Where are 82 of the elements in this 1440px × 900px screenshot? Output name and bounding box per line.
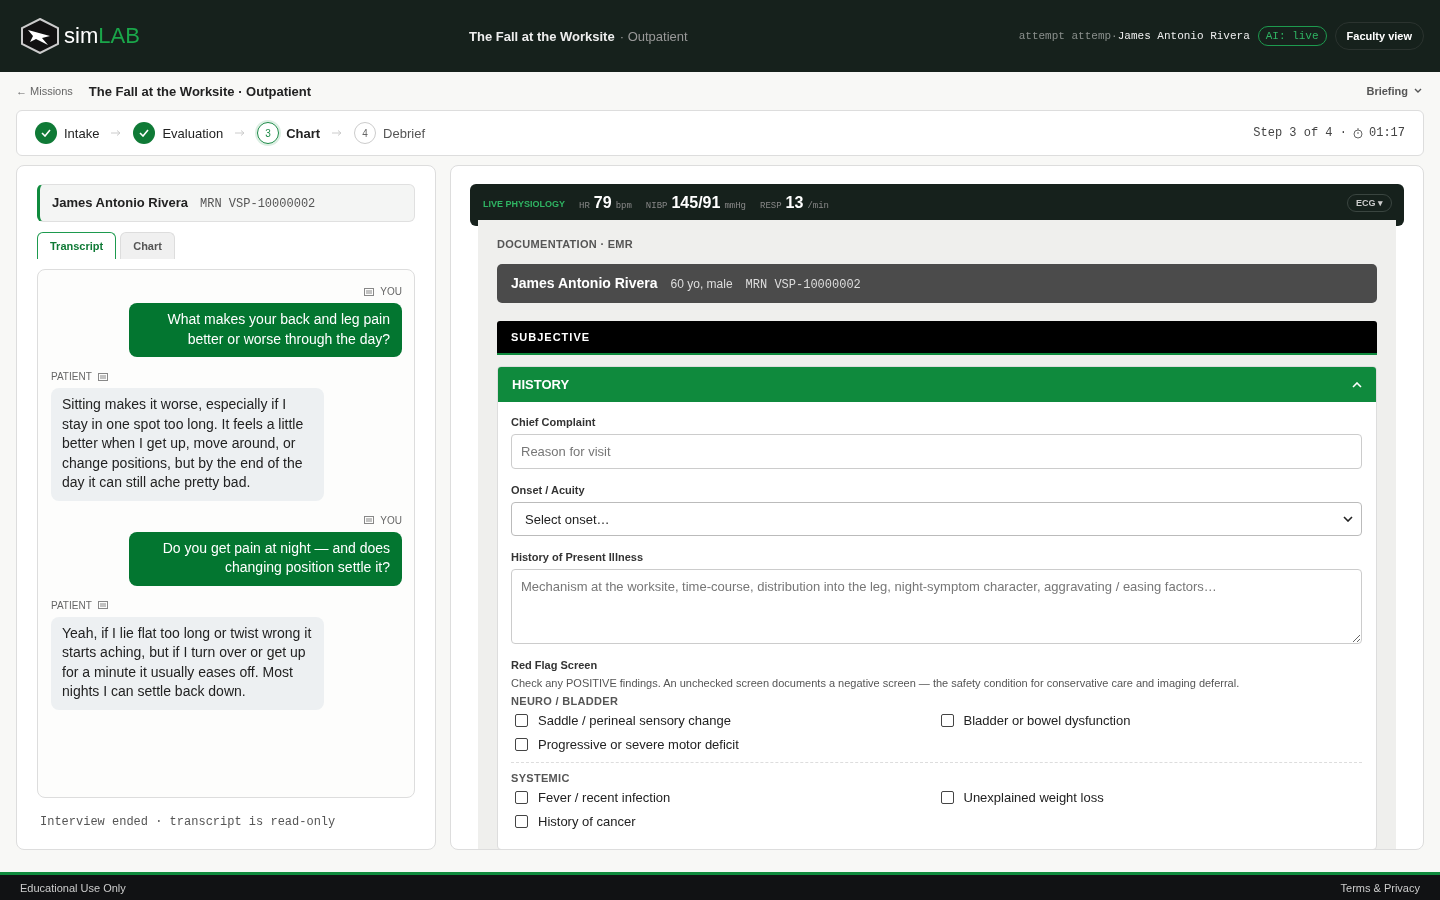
keyboard-icon: [364, 287, 375, 296]
ecg-button[interactable]: ECG ▾: [1347, 194, 1392, 212]
message-bubble: Do you get pain at night — and does changing position settle it?: [129, 531, 402, 586]
message-bubble: What makes your back and leg pain better or worse through the day?: [129, 303, 402, 357]
arrow-right-icon: [111, 130, 122, 136]
status-note: Interview ended · transcript is read-only: [39, 814, 337, 831]
chevron-down-icon: [1343, 516, 1353, 522]
timer-icon: [1353, 127, 1363, 139]
checkbox[interactable]: [940, 714, 954, 727]
vital-unit: mmHg: [724, 201, 746, 211]
vital-value: 13: [785, 194, 804, 212]
history-header[interactable]: HISTORY: [498, 367, 1376, 402]
chevron-down-icon: [1414, 88, 1422, 94]
patient-mrn: MRN VSP-10000002: [745, 278, 861, 292]
message-bubble: Yeah, if I lie flat too long or twist wrong it starts aching, but if I turn over or get up for a minute it usually eases off. Most nights I can settle back down.: [51, 616, 324, 710]
footer-note: Educational Use Only: [20, 881, 126, 894]
step-label[interactable]: Evaluation: [162, 125, 224, 141]
arrow-right-icon: [332, 130, 343, 136]
case-title: The Fall at the Worksite: [469, 28, 615, 44]
briefing-button[interactable]: Briefing: [1366, 85, 1422, 97]
onset-dropdown[interactable]: Select onset…: [511, 502, 1362, 536]
speaker-label: PATIENT: [51, 599, 92, 611]
speaker-label: PATIENT: [51, 371, 92, 382]
tab[interactable]: Chart: [120, 232, 175, 259]
step-number: 3: [257, 122, 280, 144]
speaker-label: YOU: [380, 286, 402, 297]
checkbox[interactable]: [515, 815, 528, 828]
step-label[interactable]: Debrief: [383, 125, 425, 141]
step-counter: Step 3 of 4 ·: [1253, 126, 1347, 140]
user-name: James Antonio Rivera: [1117, 30, 1250, 42]
checkbox[interactable]: [515, 738, 528, 751]
checkbox-label: Bladder or bowel dysfunction: [963, 713, 1131, 728]
patient-mrn: MRN VSP-10000002: [200, 197, 316, 211]
vital-label: RESP: [760, 201, 782, 211]
speaker-label: YOU: [380, 514, 402, 526]
checkbox[interactable]: [940, 791, 954, 804]
checkbox-label: Progressive or severe motor deficit: [538, 737, 739, 752]
section-heading: DOCUMENTATION · EMR: [497, 238, 635, 250]
bird-logo-icon: [20, 18, 60, 54]
patient-name: James Antonio Rivera: [511, 275, 658, 291]
message-bubble: Sitting makes it worse, especially if I stay in one spot too long. It feels a little better when I get up, move around, or change positions, but by the end of the day it can still ache pretty bad.: [51, 388, 324, 501]
vital-value: 145/91: [671, 194, 721, 212]
field-label: Chief Complaint: [511, 416, 597, 428]
field-label: Red Flag Screen: [511, 659, 599, 671]
logo-text: simLAB: [64, 23, 140, 49]
checkbox-label: History of cancer: [538, 814, 636, 829]
checkbox-label: Unexplained weight loss: [963, 790, 1104, 805]
keyboard-icon: [364, 516, 375, 524]
arrow-right-icon: [235, 130, 246, 136]
hpi-text-area[interactable]: Mechanism at the worksite, time-course, distribution into the leg, night-symptom character, aggravating / easing factors…: [511, 569, 1362, 644]
section-title: SUBJECTIVE: [511, 331, 591, 343]
field-label: Onset / Acuity: [511, 484, 586, 496]
step-label[interactable]: Intake: [64, 125, 100, 141]
patient-demographics: 60 yo, male: [670, 277, 733, 291]
terms-link[interactable]: Terms & Privacy: [1340, 881, 1420, 894]
help-text: Check any POSITIVE findings. An unchecked screen documents a negative screen — the safety condition for conservative care and imaging deferral.: [511, 677, 1241, 689]
keyboard-icon: [97, 601, 108, 609]
panel-title: HISTORY: [512, 377, 570, 392]
chief-complaint-field[interactable]: Reason for visit: [511, 434, 1362, 469]
page-title: The Fall at the Worksite · Outpatient: [88, 83, 313, 99]
vital-unit: /min: [807, 201, 829, 211]
patient-name: James Antonio Rivera: [52, 195, 189, 210]
vital-unit: bpm: [615, 201, 632, 211]
vital-label: NIBP: [645, 201, 668, 211]
group-title: SYSTEMIC: [511, 772, 571, 784]
physiology-label: LIVE PHYSIOLOGY: [483, 199, 565, 209]
case-setting: · Outpatient: [619, 28, 688, 44]
vital-label: HR: [579, 201, 590, 211]
faculty-view-button[interactable]: Faculty view: [1334, 22, 1424, 50]
field-label: History of Present Illness: [511, 551, 645, 563]
tab[interactable]: Transcript: [37, 232, 117, 259]
checkbox[interactable]: [515, 791, 528, 804]
checkbox[interactable]: [515, 714, 528, 727]
step-label[interactable]: Chart: [286, 125, 321, 141]
checkbox-label: Saddle / perineal sensory change: [538, 713, 731, 728]
checkbox-label: Fever / recent infection: [538, 790, 671, 805]
back-link[interactable]: ← Missions: [16, 85, 73, 97]
timer: 01:17: [1369, 126, 1405, 140]
vital-value: 79: [593, 194, 612, 212]
group-title: NEURO / BLADDER: [511, 695, 620, 707]
keyboard-icon: [97, 372, 108, 381]
attempt-label: attempt attemp·: [1018, 30, 1118, 42]
